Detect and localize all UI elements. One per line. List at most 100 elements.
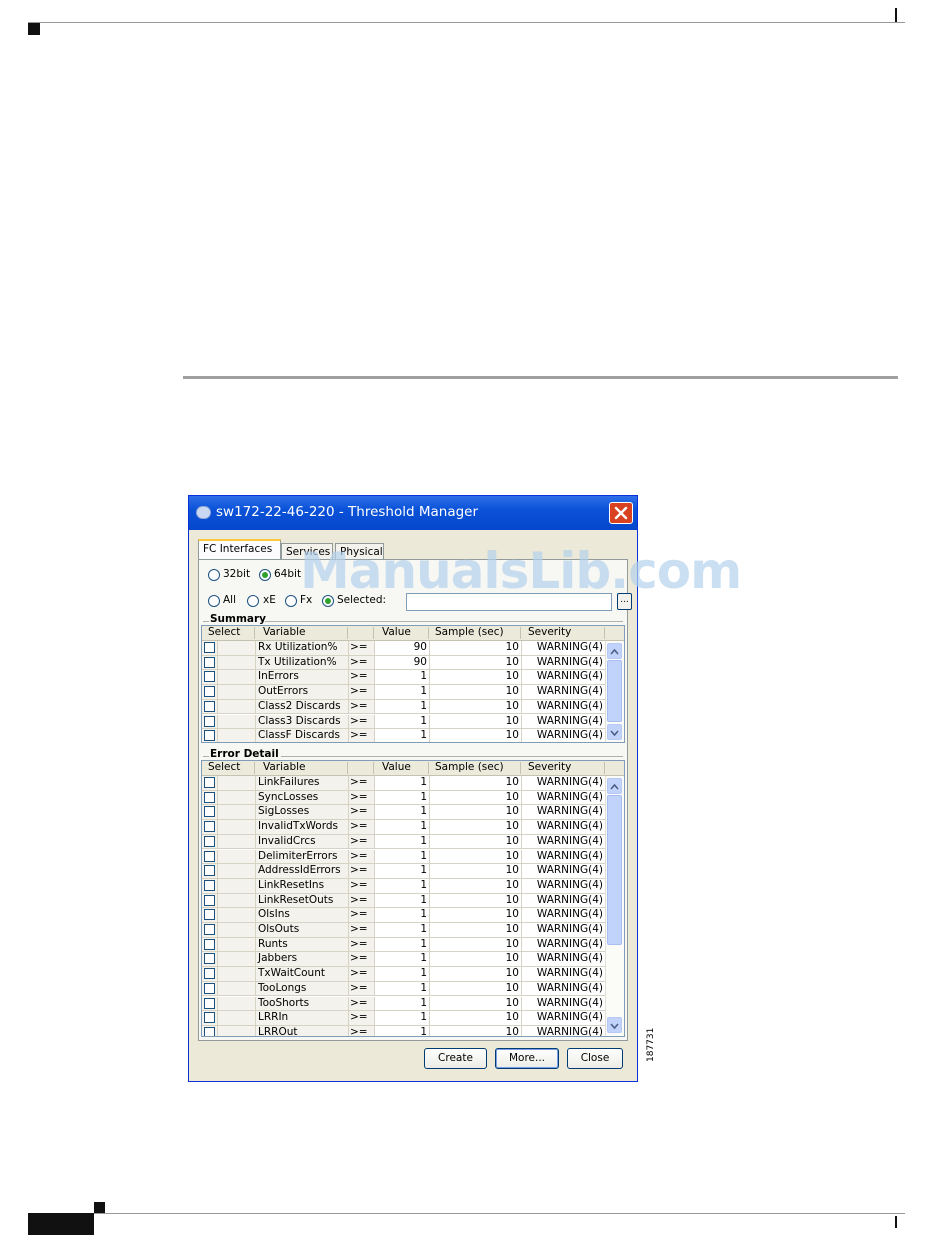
operator-cell[interactable]: >= [349,729,375,742]
value-cell[interactable]: 1 [375,834,430,850]
summary-scrollbar[interactable] [605,641,624,742]
table-row[interactable]: TooLongs >= 1 10 WARNING(4) [202,981,606,997]
operator-cell[interactable]: >= [349,878,375,894]
table-row[interactable]: Class3 Discards >= 1 10 WARNING(4) [202,714,606,730]
create-button[interactable]: Create [424,1048,487,1069]
value-cell[interactable]: 1 [375,864,430,879]
table-row[interactable]: InErrors >= 1 10 WARNING(4) [202,670,606,686]
operator-cell[interactable]: >= [349,641,375,656]
error-detail-scrollbar[interactable] [605,776,624,1036]
row-select-checkbox[interactable] [204,642,215,653]
close-window-button[interactable] [609,502,633,524]
table-row[interactable]: LinkFailures >= 1 10 WARNING(4) [202,776,606,791]
radio-32bit[interactable] [208,569,220,581]
sample-cell[interactable]: 10 [430,729,522,742]
severity-cell[interactable]: WARNING(4) [522,849,606,865]
severity-cell[interactable]: WARNING(4) [522,1025,606,1036]
value-cell[interactable]: 90 [375,655,430,671]
table-row[interactable]: SyncLosses >= 1 10 WARNING(4) [202,790,606,806]
table-row[interactable]: TooShorts >= 1 10 WARNING(4) [202,996,606,1012]
operator-cell[interactable]: >= [349,908,375,923]
table-row[interactable]: LinkResetIns >= 1 10 WARNING(4) [202,878,606,894]
title-bar[interactable]: sw172-22-46-220 - Threshold Manager [189,496,637,530]
table-row[interactable]: OlsIns >= 1 10 WARNING(4) [202,908,606,923]
table-row[interactable]: Jabbers >= 1 10 WARNING(4) [202,952,606,968]
sample-cell[interactable]: 10 [430,849,522,865]
value-cell[interactable]: 1 [375,670,430,686]
table-row[interactable]: InvalidCrcs >= 1 10 WARNING(4) [202,834,606,850]
operator-cell[interactable]: >= [349,967,375,982]
row-select-checkbox[interactable] [204,997,215,1009]
table-row[interactable]: DelimiterErrors >= 1 10 WARNING(4) [202,849,606,865]
operator-cell[interactable]: >= [349,685,375,700]
row-select-checkbox[interactable] [204,700,215,712]
table-row[interactable]: LRRIn >= 1 10 WARNING(4) [202,1011,606,1026]
row-select-checkbox[interactable] [204,909,215,921]
row-select-checkbox[interactable] [204,715,215,727]
value-cell[interactable]: 1 [375,981,430,997]
severity-cell[interactable]: WARNING(4) [522,834,606,850]
sample-cell[interactable]: 10 [430,952,522,968]
tab-fc-interfaces[interactable]: FC Interfaces [198,539,281,561]
operator-cell[interactable]: >= [349,670,375,686]
value-cell[interactable]: 1 [375,893,430,909]
operator-cell[interactable]: >= [349,923,375,938]
sample-cell[interactable]: 10 [430,655,522,671]
value-cell[interactable]: 1 [375,952,430,968]
value-cell[interactable]: 1 [375,1025,430,1036]
severity-cell[interactable]: WARNING(4) [522,655,606,671]
severity-cell[interactable]: WARNING(4) [522,699,606,715]
radio-fx[interactable] [285,595,297,607]
severity-cell[interactable]: WARNING(4) [522,685,606,700]
operator-cell[interactable]: >= [349,834,375,850]
row-select-checkbox[interactable] [204,1012,215,1024]
row-select-checkbox[interactable] [204,953,215,965]
value-cell[interactable]: 1 [375,937,430,953]
row-select-checkbox[interactable] [204,938,215,950]
value-cell[interactable]: 1 [375,820,430,835]
severity-cell[interactable]: WARNING(4) [522,729,606,742]
severity-cell[interactable]: WARNING(4) [522,641,606,656]
severity-cell[interactable]: WARNING(4) [522,893,606,909]
sample-cell[interactable]: 10 [430,1011,522,1026]
operator-cell[interactable]: >= [349,864,375,879]
row-select-checkbox[interactable] [204,924,215,935]
table-row[interactable]: TxWaitCount >= 1 10 WARNING(4) [202,967,606,982]
sample-cell[interactable]: 10 [430,967,522,982]
row-select-checkbox[interactable] [204,821,215,833]
sample-cell[interactable]: 10 [430,923,522,938]
sample-cell[interactable]: 10 [430,714,522,730]
severity-cell[interactable]: WARNING(4) [522,878,606,894]
table-row[interactable]: Class2 Discards >= 1 10 WARNING(4) [202,699,606,715]
severity-cell[interactable]: WARNING(4) [522,714,606,730]
more-button[interactable]: More... [495,1048,559,1069]
value-cell[interactable]: 1 [375,849,430,865]
severity-cell[interactable]: WARNING(4) [522,923,606,938]
value-cell[interactable]: 1 [375,776,430,791]
row-select-checkbox[interactable] [204,791,215,803]
row-select-checkbox[interactable] [204,968,215,980]
severity-cell[interactable]: WARNING(4) [522,996,606,1012]
severity-cell[interactable]: WARNING(4) [522,981,606,997]
value-cell[interactable]: 1 [375,685,430,700]
operator-cell[interactable]: >= [349,805,375,821]
operator-cell[interactable]: >= [349,655,375,671]
operator-cell[interactable]: >= [349,937,375,953]
sample-cell[interactable]: 10 [430,820,522,835]
row-select-checkbox[interactable] [204,894,215,906]
operator-cell[interactable]: >= [349,952,375,968]
value-cell[interactable]: 1 [375,714,430,730]
value-cell[interactable]: 1 [375,790,430,806]
sample-cell[interactable]: 10 [430,1025,522,1036]
sample-cell[interactable]: 10 [430,641,522,656]
row-select-checkbox[interactable] [204,806,215,818]
operator-cell[interactable]: >= [349,820,375,835]
row-select-checkbox[interactable] [204,1026,215,1036]
severity-cell[interactable]: WARNING(4) [522,864,606,879]
value-cell[interactable]: 1 [375,908,430,923]
severity-cell[interactable]: WARNING(4) [522,805,606,821]
row-select-checkbox[interactable] [204,879,215,891]
operator-cell[interactable]: >= [349,849,375,865]
table-row[interactable]: AddressIdErrors >= 1 10 WARNING(4) [202,864,606,879]
row-select-checkbox[interactable] [204,835,215,847]
